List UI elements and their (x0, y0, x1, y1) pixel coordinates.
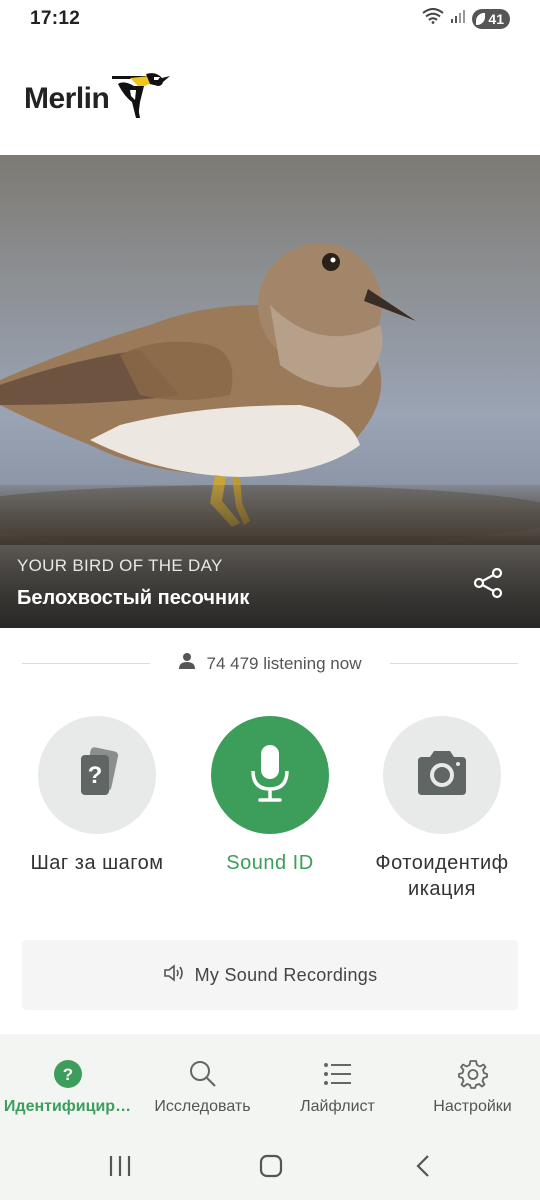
hero-overlay (0, 536, 540, 628)
search-icon (188, 1058, 218, 1090)
status-icons: 41 (422, 8, 510, 29)
battery-saver-icon (476, 12, 486, 25)
status-bar: 17:12 41 (0, 0, 540, 40)
nav-explore[interactable]: Исследовать (135, 1034, 270, 1132)
speaker-icon (163, 963, 185, 988)
sound-id-label: Sound ID (226, 852, 314, 874)
svg-text:?: ? (88, 762, 103, 789)
wifi-icon (422, 8, 445, 29)
svg-text:?: ? (62, 1065, 72, 1084)
photo-id-label: Фотоидентиф икация (375, 852, 509, 900)
step-by-step-label: Шаг за шагом (30, 852, 164, 874)
step-by-step-circle[interactable]: ? (38, 716, 156, 834)
signal-icon (450, 8, 466, 29)
nav-settings-label: Настройки (433, 1098, 512, 1115)
nav-lifelist-label: Лайфлист (300, 1098, 375, 1115)
logo-text: Merlin (24, 82, 110, 115)
photo-id-button[interactable]: Фотоидентиф икация (357, 716, 527, 902)
nav-identify[interactable]: ? Идентифицир… (0, 1034, 135, 1132)
share-icon[interactable] (472, 566, 506, 600)
battery-level: 41 (488, 10, 504, 27)
battery-indicator: 41 (472, 8, 510, 29)
bird-of-the-day-card[interactable]: YOUR BIRD OF THE DAY Белохвостый песочни… (0, 155, 540, 628)
step-by-step-button[interactable]: ? Шаг за шагом (12, 716, 182, 876)
system-navigation-bar (0, 1132, 540, 1200)
question-circle-icon: ? (53, 1058, 83, 1090)
camera-icon (414, 749, 470, 802)
bird-of-day-kicker: YOUR BIRD OF THE DAY (17, 556, 223, 575)
back-icon[interactable] (412, 1154, 436, 1183)
nav-settings[interactable]: Настройки (405, 1034, 540, 1132)
my-sound-recordings-label: My Sound Recordings (194, 964, 378, 985)
nav-explore-label: Исследовать (154, 1098, 251, 1115)
listening-now: 74 479 listening now (22, 650, 518, 678)
sound-id-button[interactable]: Sound ID (185, 716, 355, 876)
status-time: 17:12 (30, 8, 81, 29)
sound-id-circle[interactable] (211, 716, 329, 834)
nav-lifelist[interactable]: Лайфлист (270, 1034, 405, 1132)
question-cards-icon: ? (69, 743, 125, 808)
recent-apps-icon[interactable] (108, 1154, 132, 1183)
person-icon (178, 652, 196, 675)
nav-identify-label: Идентифицир… (3, 1098, 132, 1115)
woodpecker-logo-icon (110, 72, 172, 125)
listening-count: 74 479 listening now (206, 653, 362, 673)
list-icon (323, 1058, 353, 1090)
bottom-navigation: ? Идентифицир… Исследовать Лайфлист Наст… (0, 1034, 540, 1132)
photo-id-circle[interactable] (383, 716, 501, 834)
bird-of-day-name[interactable]: Белохвостый песочник (17, 587, 249, 610)
microphone-icon (248, 743, 292, 808)
gear-icon (457, 1058, 488, 1090)
app-logo: Merlin (24, 68, 184, 124)
home-icon[interactable] (259, 1154, 283, 1183)
my-sound-recordings-button[interactable]: My Sound Recordings (22, 940, 518, 1010)
